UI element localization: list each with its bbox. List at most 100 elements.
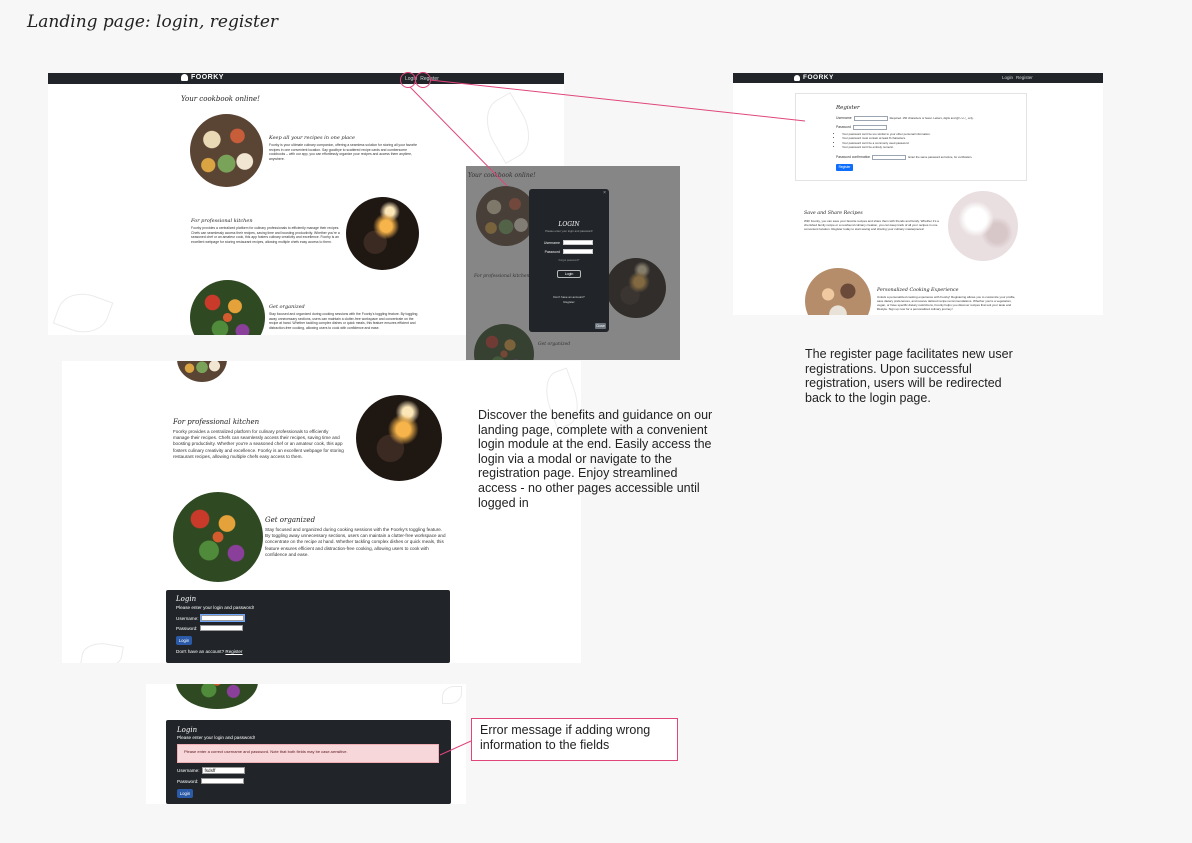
nav-register-link[interactable]: Register bbox=[420, 76, 439, 82]
navbar: FOORKY Login Register bbox=[48, 73, 564, 84]
forgot-password-link[interactable]: Forgot password? bbox=[529, 259, 609, 262]
feature-text-kitchen: Foorky provides a centralized platform f… bbox=[173, 429, 344, 459]
modal-username-label: Username bbox=[543, 240, 560, 245]
error-login-prompt: Please enter your login and password! bbox=[177, 735, 256, 740]
register-confirm-label: Password confirmation bbox=[836, 155, 871, 160]
password-rule: Your password can't be entirely numeric. bbox=[842, 145, 931, 149]
register-username-label: Username bbox=[836, 116, 852, 121]
login-error-alert: Please enter a correct username and pass… bbox=[177, 744, 439, 763]
register-password-input[interactable] bbox=[852, 125, 887, 130]
login-register-link[interactable]: Register bbox=[225, 649, 242, 654]
modal-password-row: Password bbox=[543, 249, 593, 254]
nav-links: Login Register bbox=[405, 76, 439, 82]
error-password-label: Password: bbox=[177, 778, 199, 784]
kitchen-image bbox=[346, 197, 419, 270]
register-password-row: Password bbox=[836, 125, 887, 130]
recipes-image bbox=[177, 361, 227, 382]
feature-text-save: With Foorky, you can save your favorite … bbox=[804, 219, 939, 232]
brand[interactable]: FOORKY bbox=[794, 74, 834, 81]
landing-login-screenshot: For professional kitchen Foorky provides… bbox=[62, 361, 581, 663]
feature-title-organized: Get organized bbox=[265, 516, 316, 524]
login-submit-button[interactable]: Login bbox=[176, 636, 192, 645]
modal-password-label: Password bbox=[544, 249, 560, 254]
register-confirm-help: Enter the same password as before, for v… bbox=[908, 155, 973, 160]
feature-text-personal: Unlock a personalized cooking experience… bbox=[877, 295, 1016, 312]
modal-login-button[interactable]: Login bbox=[557, 270, 581, 278]
brand-name: FOORKY bbox=[191, 74, 224, 81]
error-screenshot: Login Please enter your login and passwo… bbox=[146, 684, 466, 804]
login-username-row: Username: bbox=[176, 614, 246, 622]
nav-login-link[interactable]: Login bbox=[405, 76, 417, 82]
navbar: FOORKY Login Register bbox=[733, 73, 1103, 83]
login-username-label: Username: bbox=[176, 615, 199, 621]
chef-hat-icon bbox=[794, 74, 800, 81]
kitchen-image bbox=[356, 395, 442, 481]
error-login-section: Login Please enter your login and passwo… bbox=[166, 720, 451, 804]
login-username-input[interactable] bbox=[200, 614, 246, 622]
modal-password-input[interactable] bbox=[563, 249, 593, 254]
login-prompt: Please enter your login and password! bbox=[176, 605, 255, 610]
login-section: Login Please enter your login and passwo… bbox=[166, 590, 450, 663]
register-username-row: Username Required. 150 characters or few… bbox=[836, 116, 974, 121]
register-username-help: Required. 150 characters or fewer. Lette… bbox=[889, 116, 974, 121]
error-password-row: Password: bbox=[177, 778, 245, 784]
landing-caption: Discover the benefits and guidance on ou… bbox=[478, 408, 713, 510]
register-caption: The register page facilitates new user r… bbox=[805, 347, 1013, 405]
nav-login-link[interactable]: Login bbox=[1002, 75, 1013, 80]
feature-text-recipes: Foorky is your ultimate culinary compani… bbox=[269, 143, 418, 161]
feature-title-organized: Get organized bbox=[269, 304, 305, 310]
feature-text-kitchen: Foorky provides a centralized platform f… bbox=[191, 226, 340, 244]
error-login-title: Login bbox=[177, 726, 198, 734]
feature-text-organized: Stay focused and organized during cookin… bbox=[265, 527, 446, 557]
brand-name: FOORKY bbox=[803, 74, 834, 81]
modal-username-input[interactable] bbox=[563, 240, 593, 245]
register-submit-button[interactable]: Register bbox=[836, 164, 853, 171]
feature-text-organized: Stay focused and organized during cookin… bbox=[269, 312, 418, 330]
landing-headline: Your cookbook online! bbox=[181, 95, 260, 103]
error-username-input[interactable]: fsdsff bbox=[202, 767, 246, 774]
decorative-leaf bbox=[475, 92, 541, 164]
modal-no-account: Don't have an account? bbox=[553, 295, 585, 299]
login-password-input[interactable] bbox=[200, 625, 244, 631]
modal-screenshot: Your cookbook online! For professional k… bbox=[466, 166, 680, 360]
login-password-row: Password: bbox=[176, 625, 244, 631]
register-card: Register Username Required. 150 characte… bbox=[795, 93, 1027, 181]
modal-username-row: Username bbox=[543, 240, 593, 245]
error-callout: Error message if adding wrong informatio… bbox=[471, 718, 678, 761]
register-confirm-row: Password confirmation Enter the same pas… bbox=[836, 155, 972, 160]
chef-hat-icon bbox=[181, 74, 188, 81]
personal-image bbox=[805, 268, 871, 315]
modal-close-button[interactable]: Close bbox=[595, 323, 606, 329]
password-rules: Your password can't be too similar to yo… bbox=[842, 132, 931, 149]
modal-title: LOGIN bbox=[558, 221, 580, 228]
feature-title-kitchen: For professional kitchen bbox=[173, 418, 260, 426]
feature-title-personal: Personalized Cooking Experience bbox=[877, 288, 959, 293]
feature-title-kitchen: For professional kitchen bbox=[191, 218, 253, 224]
decorative-leaf bbox=[442, 686, 462, 704]
brand[interactable]: FOORKY bbox=[181, 74, 224, 81]
modal-subtitle: Please enter your login and password! bbox=[545, 229, 593, 233]
login-no-account-text: Don't have an account? bbox=[176, 649, 225, 654]
nav-register-link[interactable]: Register bbox=[1016, 75, 1033, 80]
feature-title-save: Save and Share Recipes bbox=[804, 211, 863, 216]
login-modal: × LOGIN Please enter your login and pass… bbox=[529, 189, 609, 332]
organized-image bbox=[190, 280, 265, 335]
share-image bbox=[948, 191, 1018, 261]
nav-links: Login Register bbox=[1002, 75, 1033, 80]
close-icon[interactable]: × bbox=[603, 190, 606, 196]
register-confirm-input[interactable] bbox=[872, 155, 907, 160]
error-password-input[interactable] bbox=[201, 778, 245, 784]
register-screenshot: FOORKY Login Register Register Username … bbox=[733, 73, 1103, 315]
recipes-image bbox=[190, 114, 263, 187]
login-no-account: Don't have an account? Register bbox=[176, 649, 243, 654]
register-username-input[interactable] bbox=[853, 116, 888, 121]
login-title: Login bbox=[176, 595, 197, 603]
error-username-label: Username: bbox=[177, 768, 200, 773]
decorative-leaf bbox=[52, 285, 114, 335]
board-title: Landing page: login, register bbox=[27, 12, 279, 32]
login-password-label: Password: bbox=[176, 625, 198, 631]
decorative-leaf bbox=[80, 639, 124, 663]
feature-title-recipes: Keep all your recipes in one place bbox=[269, 135, 355, 141]
modal-register-link[interactable]: Register bbox=[529, 300, 609, 304]
error-login-submit-button[interactable]: Login bbox=[177, 789, 193, 798]
